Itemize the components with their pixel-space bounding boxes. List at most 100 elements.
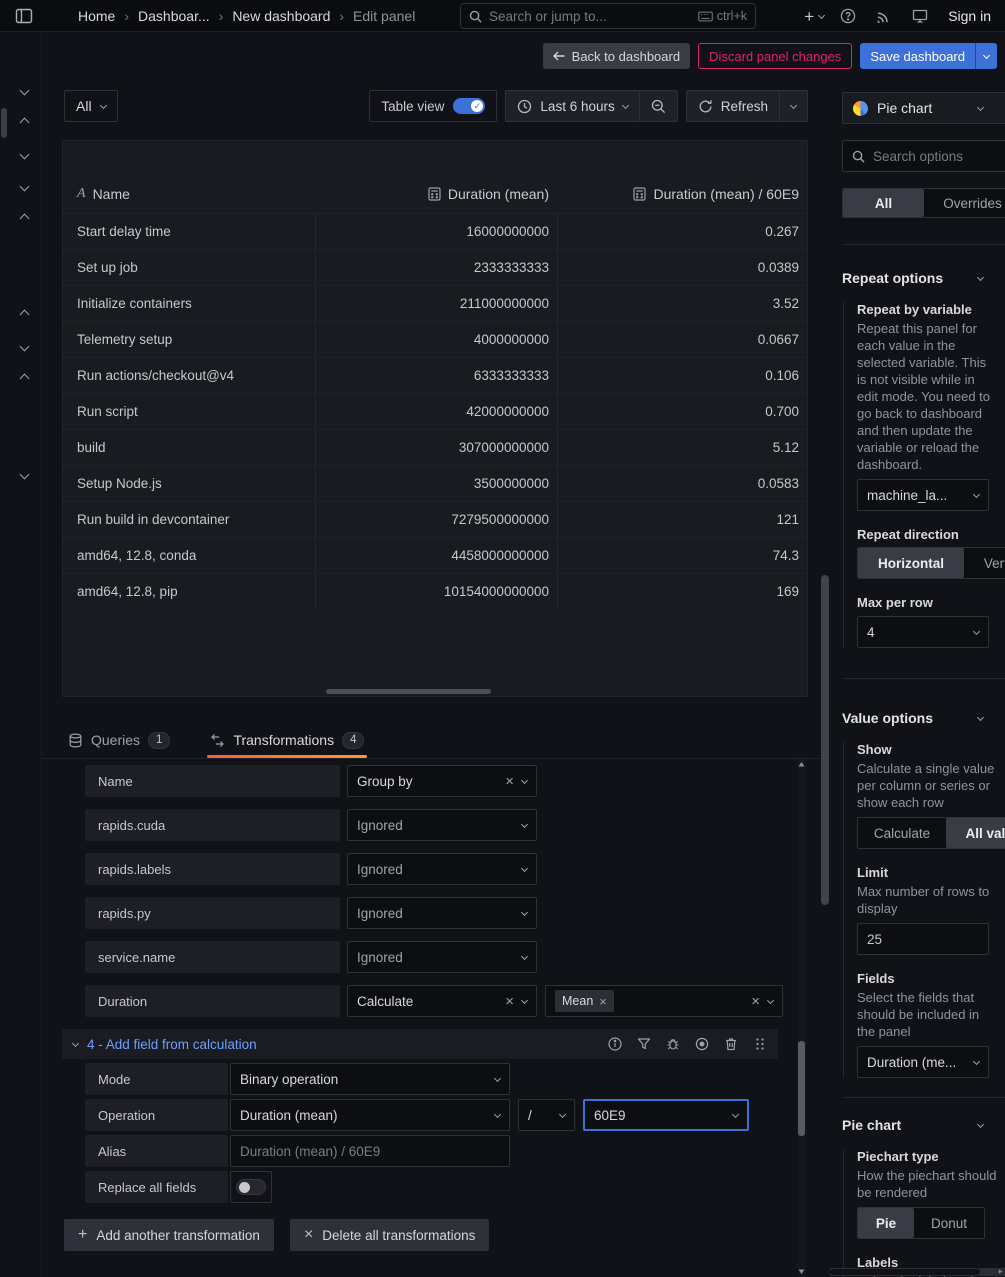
panel-options-sidebar: Pie chart Search options All Overrides R… xyxy=(830,80,1005,1277)
replace-all-fields-toggle[interactable] xyxy=(236,1179,266,1195)
chevron-down-icon[interactable] xyxy=(20,182,30,192)
chevron-up-icon[interactable] xyxy=(20,214,30,224)
news-rss-icon[interactable] xyxy=(876,8,892,24)
eye-icon[interactable] xyxy=(695,1037,709,1051)
chevron-down-icon[interactable] xyxy=(20,342,30,352)
type-pie[interactable]: Pie xyxy=(858,1208,914,1238)
breadcrumb-dashboards[interactable]: Dashboar... xyxy=(138,8,210,24)
variable-all-dropdown[interactable]: All xyxy=(64,90,118,122)
alias-input[interactable]: Duration (mean) / 60E9 xyxy=(230,1135,510,1167)
clear-icon[interactable]: × xyxy=(505,774,514,789)
chevron-up-icon[interactable] xyxy=(20,310,30,320)
horizontal-scrollbar[interactable] xyxy=(326,689,491,694)
operation-left-select[interactable]: Duration (mean) xyxy=(230,1099,510,1131)
drag-handle-icon[interactable] xyxy=(753,1037,767,1051)
refresh-interval-caret[interactable] xyxy=(779,91,807,121)
save-dashboard-button[interactable]: Save dashboard xyxy=(860,43,975,69)
trash-icon[interactable] xyxy=(724,1037,738,1051)
show-calculate[interactable]: Calculate xyxy=(858,818,946,848)
add-new-button[interactable]: + xyxy=(804,8,824,25)
clear-icon[interactable]: × xyxy=(505,994,514,1009)
transform-field-select[interactable]: Ignored xyxy=(347,809,537,841)
transformation-title[interactable]: 4 - Add field from calculation xyxy=(87,1037,257,1052)
scroll-right-arrow[interactable] xyxy=(998,1269,1003,1274)
table-row: Setup Node.js35000000000.0583 xyxy=(63,465,807,501)
table-cell: 0.0583 xyxy=(557,466,807,501)
sidebar-horizontal-scrollbar[interactable] xyxy=(830,1268,1005,1276)
limit-description: Max number of rows to display xyxy=(857,883,999,917)
transform-field-select[interactable]: Ignored xyxy=(347,897,537,929)
pie-chart-header[interactable]: Pie chart xyxy=(842,1117,1005,1133)
column-header-name[interactable]: A Name xyxy=(63,186,315,202)
max-per-row-select[interactable]: 4 xyxy=(857,616,989,648)
breadcrumb-home[interactable]: Home xyxy=(78,8,115,24)
operand-select[interactable]: 60E9 xyxy=(583,1099,749,1131)
zoom-out-icon xyxy=(651,99,666,114)
info-icon[interactable] xyxy=(608,1037,622,1051)
tab-all[interactable]: All xyxy=(843,189,924,217)
limit-input[interactable]: 25 xyxy=(857,923,989,955)
chevron-down-icon xyxy=(767,996,774,1003)
column-header-duration-divided[interactable]: Duration (mean) / 60E9 xyxy=(557,186,807,202)
delete-all-transformations-button[interactable]: × Delete all transformations xyxy=(290,1219,489,1251)
scrollbar-thumb[interactable] xyxy=(830,1269,980,1275)
chevron-up-icon[interactable] xyxy=(20,118,30,128)
remove-chip-icon[interactable]: × xyxy=(599,994,607,1009)
clear-icon[interactable]: × xyxy=(751,994,760,1009)
chevron-up-icon[interactable] xyxy=(20,374,30,384)
transform-field-select[interactable]: Calculate× xyxy=(347,985,537,1017)
selected-option-chip[interactable]: Mean× xyxy=(555,990,614,1012)
chevron-down-icon[interactable] xyxy=(20,470,30,480)
repeat-direction-radio: Horizontal Vertical xyxy=(857,547,1005,579)
chevron-down-icon[interactable] xyxy=(20,86,30,96)
save-dashboard-caret[interactable] xyxy=(975,43,997,69)
transform-field-select[interactable]: Group by× xyxy=(347,765,537,797)
monitor-icon[interactable] xyxy=(912,8,928,24)
zoom-out-time-button[interactable] xyxy=(639,91,677,121)
table-cell: 5.12 xyxy=(557,430,807,465)
show-all-values[interactable]: All values xyxy=(946,818,1005,848)
sidebar-toggle-icon[interactable] xyxy=(15,7,33,25)
type-donut[interactable]: Donut xyxy=(914,1208,984,1238)
operator-select[interactable]: / xyxy=(518,1099,575,1131)
search-options-input[interactable]: Search options xyxy=(842,140,1005,172)
filter-icon[interactable] xyxy=(637,1037,651,1051)
column-header-duration-mean[interactable]: Duration (mean) xyxy=(315,186,557,202)
fields-select[interactable]: Duration (me... xyxy=(857,1046,989,1078)
repeat-variable-select[interactable]: machine_la... xyxy=(857,479,989,511)
transform-vertical-scrollbar[interactable] xyxy=(797,759,806,1277)
breadcrumb-new-dashboard[interactable]: New dashboard xyxy=(232,8,330,24)
rail-scroll-indicator xyxy=(1,108,7,138)
transform-field-select[interactable]: Ignored xyxy=(347,941,537,973)
transform-field-select[interactable]: Ignored xyxy=(347,853,537,885)
scroll-down-arrow[interactable] xyxy=(798,1268,805,1275)
calculations-multiselect[interactable]: Mean×× xyxy=(545,985,783,1017)
sign-in-link[interactable]: Sign in xyxy=(948,8,991,24)
page-scrollbar[interactable] xyxy=(820,80,830,1277)
visualization-picker[interactable]: Pie chart xyxy=(842,92,1005,124)
time-range-picker[interactable]: Last 6 hours xyxy=(506,91,638,121)
repeat-options-header[interactable]: Repeat options xyxy=(842,270,1005,286)
refresh-button[interactable]: Refresh xyxy=(687,91,779,121)
discard-panel-changes-button[interactable]: Discard panel changes xyxy=(698,43,852,69)
direction-horizontal[interactable]: Horizontal xyxy=(858,548,964,578)
collapse-chevron-icon[interactable] xyxy=(72,1039,79,1046)
tab-queries[interactable]: Queries 1 xyxy=(65,722,173,758)
tab-transformations[interactable]: Transformations 4 xyxy=(207,722,367,758)
chevron-down-icon[interactable] xyxy=(20,150,30,160)
direction-vertical[interactable]: Vertical xyxy=(964,548,1005,578)
search-input[interactable]: Search or jump to... ctrl+k xyxy=(460,3,756,29)
back-to-dashboard-button[interactable]: Back to dashboard xyxy=(543,43,690,69)
add-another-transformation-button[interactable]: + Add another transformation xyxy=(64,1219,274,1251)
chevron-down-icon xyxy=(521,820,528,827)
tab-overrides[interactable]: Overrides xyxy=(924,189,1005,217)
mode-select[interactable]: Binary operation xyxy=(230,1063,510,1095)
scroll-up-arrow[interactable] xyxy=(798,761,805,768)
table-cell: 121 xyxy=(557,502,807,537)
bug-icon[interactable] xyxy=(666,1037,680,1051)
page-scrollbar-thumb[interactable] xyxy=(821,575,829,905)
help-icon[interactable] xyxy=(840,8,856,24)
scrollbar-thumb[interactable] xyxy=(798,1041,805,1136)
table-view-toggle[interactable]: ✓ xyxy=(453,98,485,114)
value-options-header[interactable]: Value options xyxy=(842,710,1005,726)
